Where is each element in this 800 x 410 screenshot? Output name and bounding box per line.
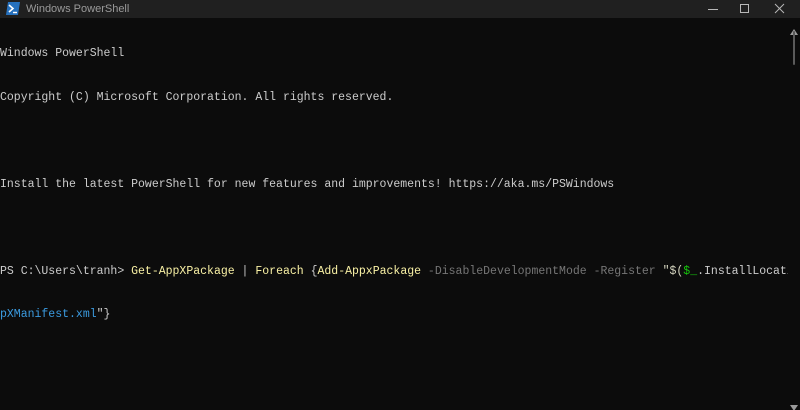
vertical-scrollbar[interactable]	[788, 18, 800, 410]
string-token: "$(	[655, 264, 684, 278]
cmdlet-token: Foreach	[255, 264, 304, 278]
banner-line: Windows PowerShell	[0, 47, 125, 60]
parameter-token: -DisableDevelopmentMode	[421, 264, 587, 278]
window-title: Windows PowerShell	[26, 3, 130, 15]
string-end-token: "}	[96, 308, 111, 321]
powershell-window: Windows PowerShell Windows PowerShell Co…	[0, 0, 800, 410]
powershell-icon	[6, 2, 20, 15]
cmdlet-token: Get-AppXPackage	[131, 264, 235, 278]
brace-token: {	[303, 264, 318, 278]
prompt: PS C:\Users\tranh>	[0, 264, 132, 278]
scroll-down-arrow-icon[interactable]	[790, 398, 798, 410]
close-button[interactable]	[764, 0, 794, 18]
pipe-token: |	[234, 264, 256, 278]
parameter-token: -Register	[586, 264, 656, 278]
command-continuation-line: pXManifest.xml"}	[0, 308, 788, 323]
command-line: PS C:\Users\tranh> Get-AppXPackage | For…	[0, 265, 788, 280]
title-bar[interactable]: Windows PowerShell	[0, 0, 800, 18]
variable-token: $_	[683, 264, 698, 278]
install-hint-line: Install the latest PowerShell for new fe…	[0, 177, 615, 191]
cmdlet-token: Add-AppxPackage	[317, 264, 422, 278]
copyright-line: Copyright (C) Microsoft Corporation. All…	[0, 90, 394, 104]
scrollbar-thumb[interactable]	[793, 31, 795, 65]
maximize-button[interactable]	[730, 0, 760, 18]
minimize-button[interactable]	[698, 0, 728, 18]
scroll-up-arrow-icon[interactable]	[790, 22, 798, 35]
string-token: pXManifest.xml	[0, 308, 97, 321]
property-token: .InstallLocation)	[697, 264, 788, 278]
console-output[interactable]: Windows PowerShell Copyright (C) Microso…	[0, 18, 788, 410]
